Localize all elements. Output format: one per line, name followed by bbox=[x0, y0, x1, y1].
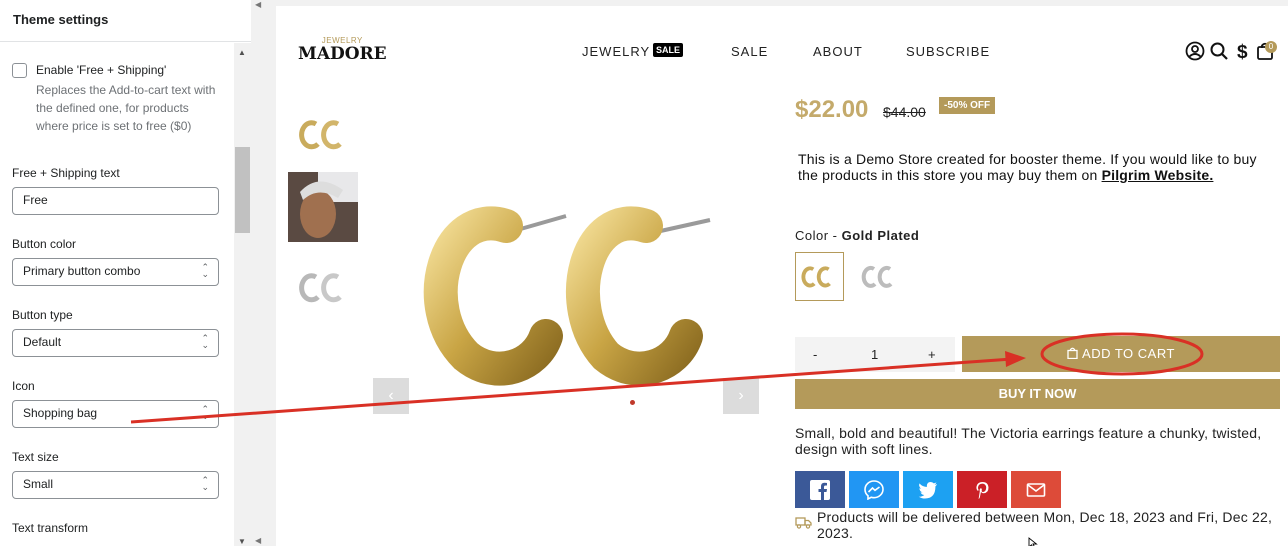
select-chevron-icon: ⌃ ⌄ bbox=[201, 262, 209, 279]
facebook-icon bbox=[810, 480, 830, 500]
thumbnail-gold-earrings[interactable] bbox=[288, 96, 358, 166]
add-to-cart-label: ADD TO CART bbox=[1082, 346, 1175, 361]
text-size-label: Text size bbox=[12, 450, 59, 464]
delivery-estimate-text: Products will be delivered between Mon, … bbox=[817, 509, 1273, 541]
add-to-cart-button[interactable]: ADD TO CART bbox=[962, 336, 1280, 372]
qty-decrease-button[interactable]: - bbox=[813, 347, 817, 362]
gallery-dot[interactable] bbox=[630, 400, 635, 405]
free-shipping-text-input[interactable]: Free bbox=[12, 187, 219, 215]
nav-about[interactable]: ABOUT bbox=[813, 44, 863, 59]
email-icon bbox=[1026, 483, 1046, 497]
free-shipping-help-text: Replaces the Add-to-cart text with the d… bbox=[36, 83, 216, 133]
qty-value[interactable]: 1 bbox=[871, 347, 878, 362]
free-shipping-checkbox-label: Enable 'Free + Shipping' bbox=[36, 63, 167, 77]
button-type-value: Default bbox=[23, 335, 62, 349]
store-logo[interactable]: JEWELRY MADORE bbox=[298, 36, 387, 64]
logo-wordmark: MADORE bbox=[298, 44, 387, 64]
nav-sale[interactable]: SALE bbox=[731, 44, 768, 59]
free-shipping-checkbox[interactable] bbox=[12, 63, 27, 78]
free-shipping-text-label: Free + Shipping text bbox=[12, 166, 120, 180]
share-twitter-button[interactable] bbox=[903, 471, 953, 508]
theme-settings-panel: Theme settings Enable 'Free + Shipping' … bbox=[0, 0, 251, 546]
mouse-cursor-icon bbox=[1028, 537, 1038, 546]
cart-count-badge: 0 bbox=[1265, 41, 1277, 53]
outer-scroll-down-icon[interactable]: ◀ bbox=[255, 536, 261, 545]
main-product-image[interactable] bbox=[406, 186, 726, 396]
qty-increase-button[interactable]: + bbox=[928, 347, 936, 362]
free-shipping-toggle-row[interactable]: Enable 'Free + Shipping' bbox=[12, 62, 222, 78]
gallery-prev-button[interactable]: ‹ bbox=[373, 378, 409, 414]
select-chevron-icon: ⌃ ⌄ bbox=[201, 404, 209, 421]
scroll-down-icon[interactable]: ▼ bbox=[238, 537, 246, 546]
thumbnail-model-photo[interactable] bbox=[288, 172, 358, 242]
button-color-label: Button color bbox=[12, 237, 77, 251]
select-chevron-icon: ⌃ ⌄ bbox=[201, 475, 209, 492]
text-size-value: Small bbox=[23, 477, 54, 491]
scrollbar-thumb[interactable] bbox=[235, 147, 250, 233]
thumbnail-silver-earrings[interactable] bbox=[288, 249, 358, 319]
product-price: $22.00 bbox=[795, 96, 869, 123]
account-icon[interactable] bbox=[1185, 41, 1205, 61]
store-preview: JEWELRY MADORE JEWELRY SALE SALE ABOUT S… bbox=[276, 6, 1288, 546]
text-size-select[interactable]: Small ⌃ ⌄ bbox=[12, 471, 219, 499]
button-color-value: Primary button combo bbox=[23, 264, 141, 278]
product-description: This is a Demo Store created for booster… bbox=[798, 151, 1268, 183]
delivery-truck-icon bbox=[795, 517, 812, 529]
button-type-label: Button type bbox=[12, 308, 73, 322]
swatch-gold-plated[interactable] bbox=[795, 252, 844, 301]
nav-sale-badge: SALE bbox=[653, 43, 684, 57]
discount-badge: -50% OFF bbox=[939, 97, 996, 114]
scroll-up-icon[interactable]: ▲ bbox=[238, 48, 246, 57]
shopping-bag-icon bbox=[1067, 347, 1078, 360]
svg-text:$: $ bbox=[1237, 42, 1248, 61]
panel-title: Theme settings bbox=[0, 0, 251, 42]
share-messenger-button[interactable] bbox=[849, 471, 899, 508]
swatch-silver-plated[interactable] bbox=[856, 252, 905, 301]
share-facebook-button[interactable] bbox=[795, 471, 845, 508]
compare-at-price: $44.00 bbox=[883, 104, 926, 120]
color-value: Gold Plated bbox=[841, 228, 920, 243]
panel-scrollbar[interactable]: ▲ ▼ bbox=[234, 43, 251, 546]
currency-icon[interactable]: $ bbox=[1233, 41, 1253, 61]
nav-subscribe[interactable]: SUBSCRIBE bbox=[906, 44, 990, 59]
button-type-select[interactable]: Default ⌃ ⌄ bbox=[12, 329, 219, 357]
color-option-label: Color - Gold Plated bbox=[795, 228, 919, 243]
nav-jewelry[interactable]: JEWELRY bbox=[582, 44, 650, 59]
select-chevron-icon: ⌃ ⌄ bbox=[201, 333, 209, 350]
twitter-icon bbox=[918, 482, 937, 499]
settings-form: Enable 'Free + Shipping' Replaces the Ad… bbox=[12, 43, 222, 535]
pinterest-icon bbox=[976, 482, 989, 499]
icon-label: Icon bbox=[12, 379, 35, 393]
icon-select-value: Shopping bag bbox=[23, 406, 98, 420]
pilgrim-website-link[interactable]: Pilgrim Website. bbox=[1102, 167, 1214, 183]
color-label-text: Color - bbox=[795, 228, 842, 243]
text-transform-label: Text transform bbox=[12, 521, 89, 535]
gallery-next-button[interactable]: › bbox=[723, 378, 759, 414]
search-icon[interactable] bbox=[1209, 41, 1229, 61]
messenger-icon bbox=[864, 480, 884, 500]
button-color-select[interactable]: Primary button combo ⌃ ⌄ bbox=[12, 258, 219, 286]
product-short-description: Small, bold and beautiful! The Victoria … bbox=[795, 425, 1262, 457]
share-email-button[interactable] bbox=[1011, 471, 1061, 508]
quantity-stepper[interactable]: - 1 + bbox=[795, 337, 955, 372]
buy-it-now-button[interactable]: BUY IT NOW bbox=[795, 379, 1280, 409]
icon-select[interactable]: Shopping bag ⌃ ⌄ bbox=[12, 400, 219, 428]
share-pinterest-button[interactable] bbox=[957, 471, 1007, 508]
outer-scroll-up-icon[interactable]: ◀ bbox=[255, 0, 261, 9]
